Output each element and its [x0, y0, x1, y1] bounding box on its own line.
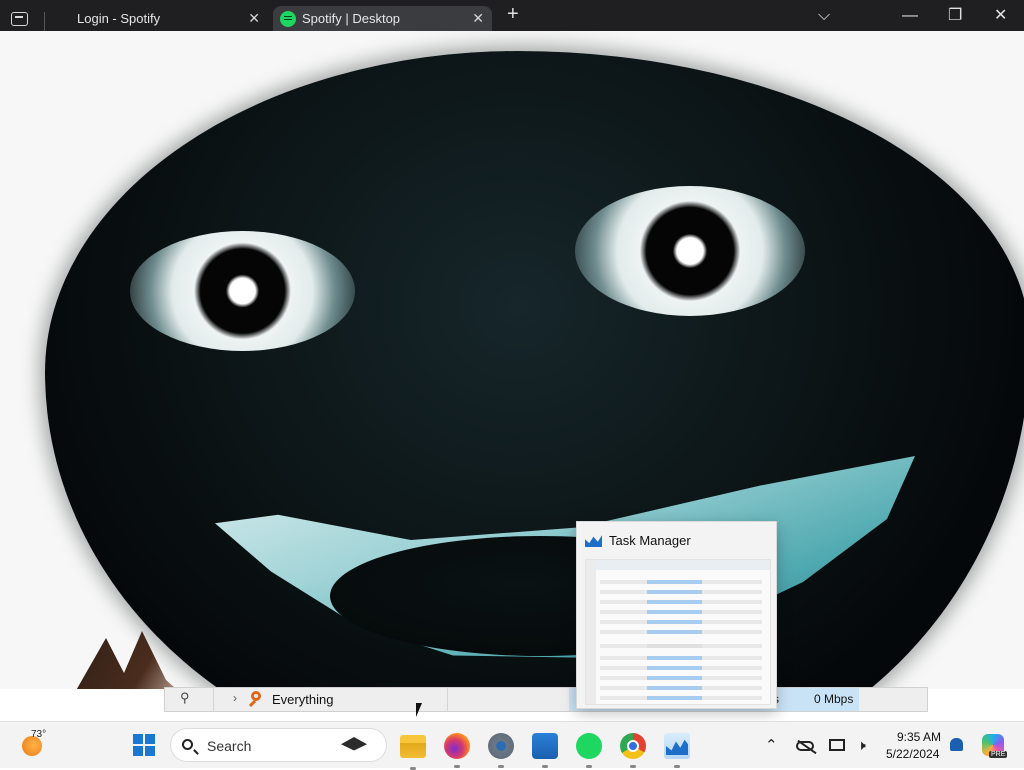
preview-header [586, 560, 770, 570]
weather-temperature[interactable]: 73° [31, 729, 46, 740]
minimize-button[interactable]: — [902, 7, 918, 25]
preview-row [600, 600, 762, 604]
browser-tab-bar: Login - Spotify ✕ Spotify | Desktop ✕ + … [0, 0, 1024, 32]
close-window-button[interactable]: ✕ [994, 7, 1007, 25]
preview-row [600, 630, 762, 634]
page-content-image [0, 31, 1024, 689]
spotify-icon [280, 11, 296, 27]
task-manager-icon[interactable] [664, 733, 690, 768]
tab-label: Spotify | Desktop [302, 11, 401, 26]
speaker-muted-icon[interactable]: 🕨 [857, 737, 866, 754]
chrome-icon[interactable] [620, 733, 646, 768]
spotify-icon[interactable] [576, 733, 602, 768]
copilot-badge: PRE [989, 751, 1008, 758]
preview-row [600, 644, 762, 648]
left-eye [130, 231, 355, 351]
restore-button[interactable]: ❐ [948, 7, 962, 25]
task-manager-icon [585, 535, 602, 547]
task-manager-thumbnail[interactable]: Task Manager [576, 521, 777, 709]
taskbar: 73° Search ⌃ 🕨 9:35 AM 5/22/2024 PRE [0, 721, 1024, 770]
show-hidden-icons-chevron-icon[interactable]: ⌃ [765, 736, 778, 754]
everything-search-icon [251, 691, 261, 701]
preview-row [600, 696, 762, 700]
start-logo-tile [133, 746, 143, 756]
microsoft-store-icon[interactable] [532, 733, 558, 768]
expand-chevron-icon[interactable]: › [233, 691, 237, 705]
new-tab-button[interactable]: + [507, 4, 519, 24]
everything-window-strip: ⚲ › Everything s 0 Mbps [164, 687, 928, 712]
display-icon[interactable] [829, 739, 845, 751]
preview-row [600, 590, 762, 594]
preview-row [600, 610, 762, 614]
clock-date[interactable]: 5/22/2024 [886, 747, 939, 761]
right-eye [575, 186, 805, 316]
thumbnail-preview[interactable] [585, 559, 771, 705]
taskbar-search[interactable]: Search [170, 728, 387, 762]
settings-icon[interactable] [488, 733, 514, 768]
pin-icon[interactable]: ⚲ [180, 690, 190, 706]
search-icon [182, 739, 193, 750]
preview-row [600, 676, 762, 680]
divider [213, 688, 214, 711]
network-speed: 0 Mbps [814, 692, 854, 706]
graduation-cap-icon [341, 737, 367, 751]
preview-row [600, 686, 762, 690]
mouse-cursor-icon [416, 703, 422, 717]
close-tab-icon[interactable]: ✕ [248, 6, 260, 31]
preview-sidebar [586, 560, 596, 704]
tab-actions-icon[interactable] [11, 12, 28, 26]
divider [447, 688, 448, 711]
preview-row [600, 666, 762, 670]
thumbnail-title: Task Manager [609, 533, 691, 548]
preview-row [600, 656, 762, 660]
clock-time[interactable]: 9:35 AM [897, 730, 941, 744]
firefox-icon[interactable] [444, 733, 470, 768]
preview-row [600, 580, 762, 584]
preview-row [600, 620, 762, 624]
onedrive-offline-icon[interactable] [796, 741, 814, 751]
search-placeholder: Search [207, 738, 252, 754]
start-logo-tile [133, 734, 143, 744]
tab-label: Login - Spotify [77, 11, 161, 26]
start-logo-tile [145, 746, 155, 756]
tab-list-chevron-icon[interactable]: ⌵ [818, 7, 830, 25]
close-tab-icon[interactable]: ✕ [472, 6, 484, 31]
process-name[interactable]: Everything [272, 692, 333, 707]
file-explorer-icon[interactable] [400, 735, 426, 770]
tab-login-spotify[interactable]: Login - Spotify ✕ [40, 6, 268, 31]
start-button[interactable] [133, 734, 155, 756]
start-logo-tile [145, 734, 155, 744]
notification-bell-icon[interactable] [950, 738, 963, 751]
tab-spotify-desktop[interactable]: Spotify | Desktop ✕ [273, 6, 492, 31]
